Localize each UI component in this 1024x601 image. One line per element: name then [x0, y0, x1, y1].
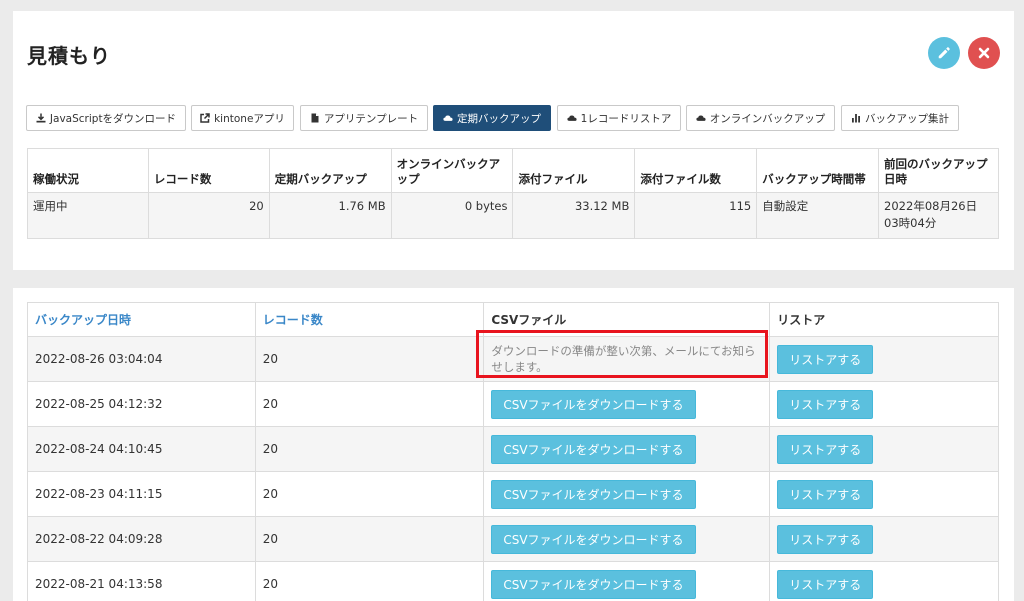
restore-button[interactable]: リストアする [777, 569, 874, 599]
download-csv-button[interactable]: CSVファイルをダウンロードする [491, 434, 696, 464]
record-count-value: 20 [147, 192, 270, 239]
table-row: 2022-08-21 04:13:58 20 CSVファイルをダウンロードする リスト… [27, 561, 999, 601]
kintone-app-label: kintoneアプリ [214, 112, 285, 125]
restore-button[interactable]: リストアする [777, 344, 874, 374]
attachment-count-value: 115 [634, 192, 758, 239]
download-javascript-button[interactable]: JavaScriptをダウンロード [26, 105, 186, 131]
download-csv-button[interactable]: CSVファイルをダウンロードする [491, 389, 696, 419]
app-template-label: アプリテンプレート [323, 112, 419, 125]
last-backup-datetime-value: 2022年08月26日 03時04分 [878, 192, 999, 239]
restore-button[interactable]: リストアする [777, 524, 874, 554]
external-link-icon [200, 113, 210, 123]
pencil-icon [938, 47, 950, 59]
close-icon [978, 47, 990, 59]
restore-cell: リストアする [769, 516, 999, 562]
table-row: 2022-08-22 04:09:28 20 CSVファイルをダウンロードする リスト… [27, 516, 999, 562]
backup-datetime-cell: 2022-08-26 03:04:04 [27, 336, 256, 382]
backup-summary-label: バックアップ集計 [865, 112, 949, 125]
csv-file-cell: CSVファイルをダウンロードする [483, 561, 771, 601]
backup-list-panel: バックアップ日時 レコード数 CSVファイル リストア 2022-08-26 0… [13, 288, 1014, 601]
header-attachment-count: 添付ファイル数 [634, 148, 758, 193]
header-attachments: 添付ファイル [512, 148, 636, 193]
cloud-icon [696, 115, 706, 121]
backup-time-window-value: 自動設定 [756, 192, 880, 239]
download-preparing-note: ダウンロードの準備が整い次第、メールにてお知らせします。 [491, 344, 756, 374]
page-title: 見積もり [27, 44, 111, 68]
backup-table: バックアップ日時 レコード数 CSVファイル リストア 2022-08-26 0… [27, 302, 999, 601]
restore-button[interactable]: リストアする [777, 479, 874, 509]
restore-cell: リストアする [769, 471, 999, 517]
table-row: 2022-08-23 04:11:15 20 CSVファイルをダウンロードする リスト… [27, 471, 999, 517]
attachments-size-value: 33.12 MB [512, 192, 636, 239]
online-backup-label: オンラインバックアップ [709, 112, 826, 125]
file-icon [311, 113, 319, 123]
table-row: 2022-08-26 03:04:04 20 ダウンロードの準備が整い次第、メールに… [27, 336, 999, 382]
backup-datetime-cell: 2022-08-23 04:11:15 [27, 471, 256, 517]
header-backup-datetime[interactable]: バックアップ日時 [27, 302, 256, 337]
table-row: 2022-08-25 04:12:32 20 CSVファイルをダウンロードする リスト… [27, 381, 999, 427]
header-online-backup: オンラインバックアップ [390, 148, 514, 193]
header-backup-record-count[interactable]: レコード数 [254, 302, 485, 337]
scheduled-backup-size-value: 1.76 MB [268, 192, 392, 239]
table-row: 2022-08-24 04:10:45 20 CSVファイルをダウンロードする リスト… [27, 426, 999, 472]
csv-file-cell: CSVファイルをダウンロードする [483, 426, 771, 472]
restore-cell: リストアする [769, 336, 999, 382]
backup-record-count-cell: 20 [254, 426, 485, 472]
header-csv-file: CSVファイル [483, 302, 771, 337]
app-template-button[interactable]: アプリテンプレート [300, 105, 428, 131]
online-backup-size-value: 0 bytes [390, 192, 514, 239]
backup-datetime-cell: 2022-08-25 04:12:32 [27, 381, 256, 427]
single-record-restore-label: 1レコードリストア [580, 112, 672, 125]
single-record-restore-button[interactable]: 1レコードリストア [557, 105, 681, 131]
download-csv-button[interactable]: CSVファイルをダウンロードする [491, 524, 696, 554]
restore-button[interactable]: リストアする [777, 434, 874, 464]
backup-record-count-cell: 20 [254, 561, 485, 601]
header-operating-status: 稼働状況 [27, 148, 149, 193]
backup-table-body: 2022-08-26 03:04:04 20 ダウンロードの準備が整い次第、メールに… [27, 336, 999, 601]
cloud-icon [443, 115, 453, 121]
backup-datetime-cell: 2022-08-24 04:10:45 [27, 426, 256, 472]
header-backup-time-window: バックアップ時間帯 [756, 148, 880, 193]
cloud-icon [567, 115, 577, 121]
close-button[interactable] [968, 37, 1000, 69]
download-csv-button[interactable]: CSVファイルをダウンロードする [491, 569, 696, 599]
backup-summary-button[interactable]: バックアップ集計 [841, 105, 959, 131]
kintone-app-button[interactable]: kintoneアプリ [191, 105, 294, 131]
backup-record-count-cell: 20 [254, 471, 485, 517]
csv-file-cell: CSVファイルをダウンロードする [483, 516, 771, 562]
download-javascript-label: JavaScriptをダウンロード [49, 112, 177, 125]
backup-record-count-cell: 20 [254, 516, 485, 562]
online-backup-button[interactable]: オンラインバックアップ [686, 105, 835, 131]
restore-cell: リストアする [769, 561, 999, 601]
header-scheduled-backup: 定期バックアップ [268, 148, 392, 193]
csv-file-cell: CSVファイルをダウンロードする [483, 471, 771, 517]
download-csv-button[interactable]: CSVファイルをダウンロードする [491, 479, 696, 509]
backup-header-row: バックアップ日時 レコード数 CSVファイル リストア [27, 302, 999, 337]
header-restore: リストア [769, 302, 999, 337]
bar-chart-icon [852, 114, 860, 123]
backup-datetime-cell: 2022-08-21 04:13:58 [27, 561, 256, 601]
header-last-backup-datetime: 前回のバックアップ日時 [878, 148, 999, 193]
status-row: 運用中 20 1.76 MB 0 bytes 33.12 MB 115 自動設定… [27, 192, 999, 239]
operating-status-value: 運用中 [27, 192, 149, 239]
restore-cell: リストアする [769, 381, 999, 427]
restore-cell: リストアする [769, 426, 999, 472]
csv-file-cell: ダウンロードの準備が整い次第、メールにてお知らせします。 [483, 336, 771, 382]
summary-panel: 見積もり JavaScriptをダウンロード kintoneアプリ アプリテンプ… [13, 11, 1014, 270]
download-icon [36, 113, 46, 123]
edit-button[interactable] [928, 37, 960, 69]
restore-button[interactable]: リストアする [777, 389, 874, 419]
backup-datetime-cell: 2022-08-22 04:09:28 [27, 516, 256, 562]
status-table: 稼働状況 レコード数 定期バックアップ オンラインバックアップ 添付ファイル 添… [27, 148, 999, 239]
header-record-count: レコード数 [147, 148, 270, 193]
backup-record-count-cell: 20 [254, 381, 485, 427]
scheduled-backup-button[interactable]: 定期バックアップ [433, 105, 551, 131]
backup-record-count-cell: 20 [254, 336, 485, 382]
status-header-row: 稼働状況 レコード数 定期バックアップ オンラインバックアップ 添付ファイル 添… [27, 148, 999, 193]
csv-file-cell: CSVファイルをダウンロードする [483, 381, 771, 427]
scheduled-backup-label: 定期バックアップ [457, 112, 541, 125]
